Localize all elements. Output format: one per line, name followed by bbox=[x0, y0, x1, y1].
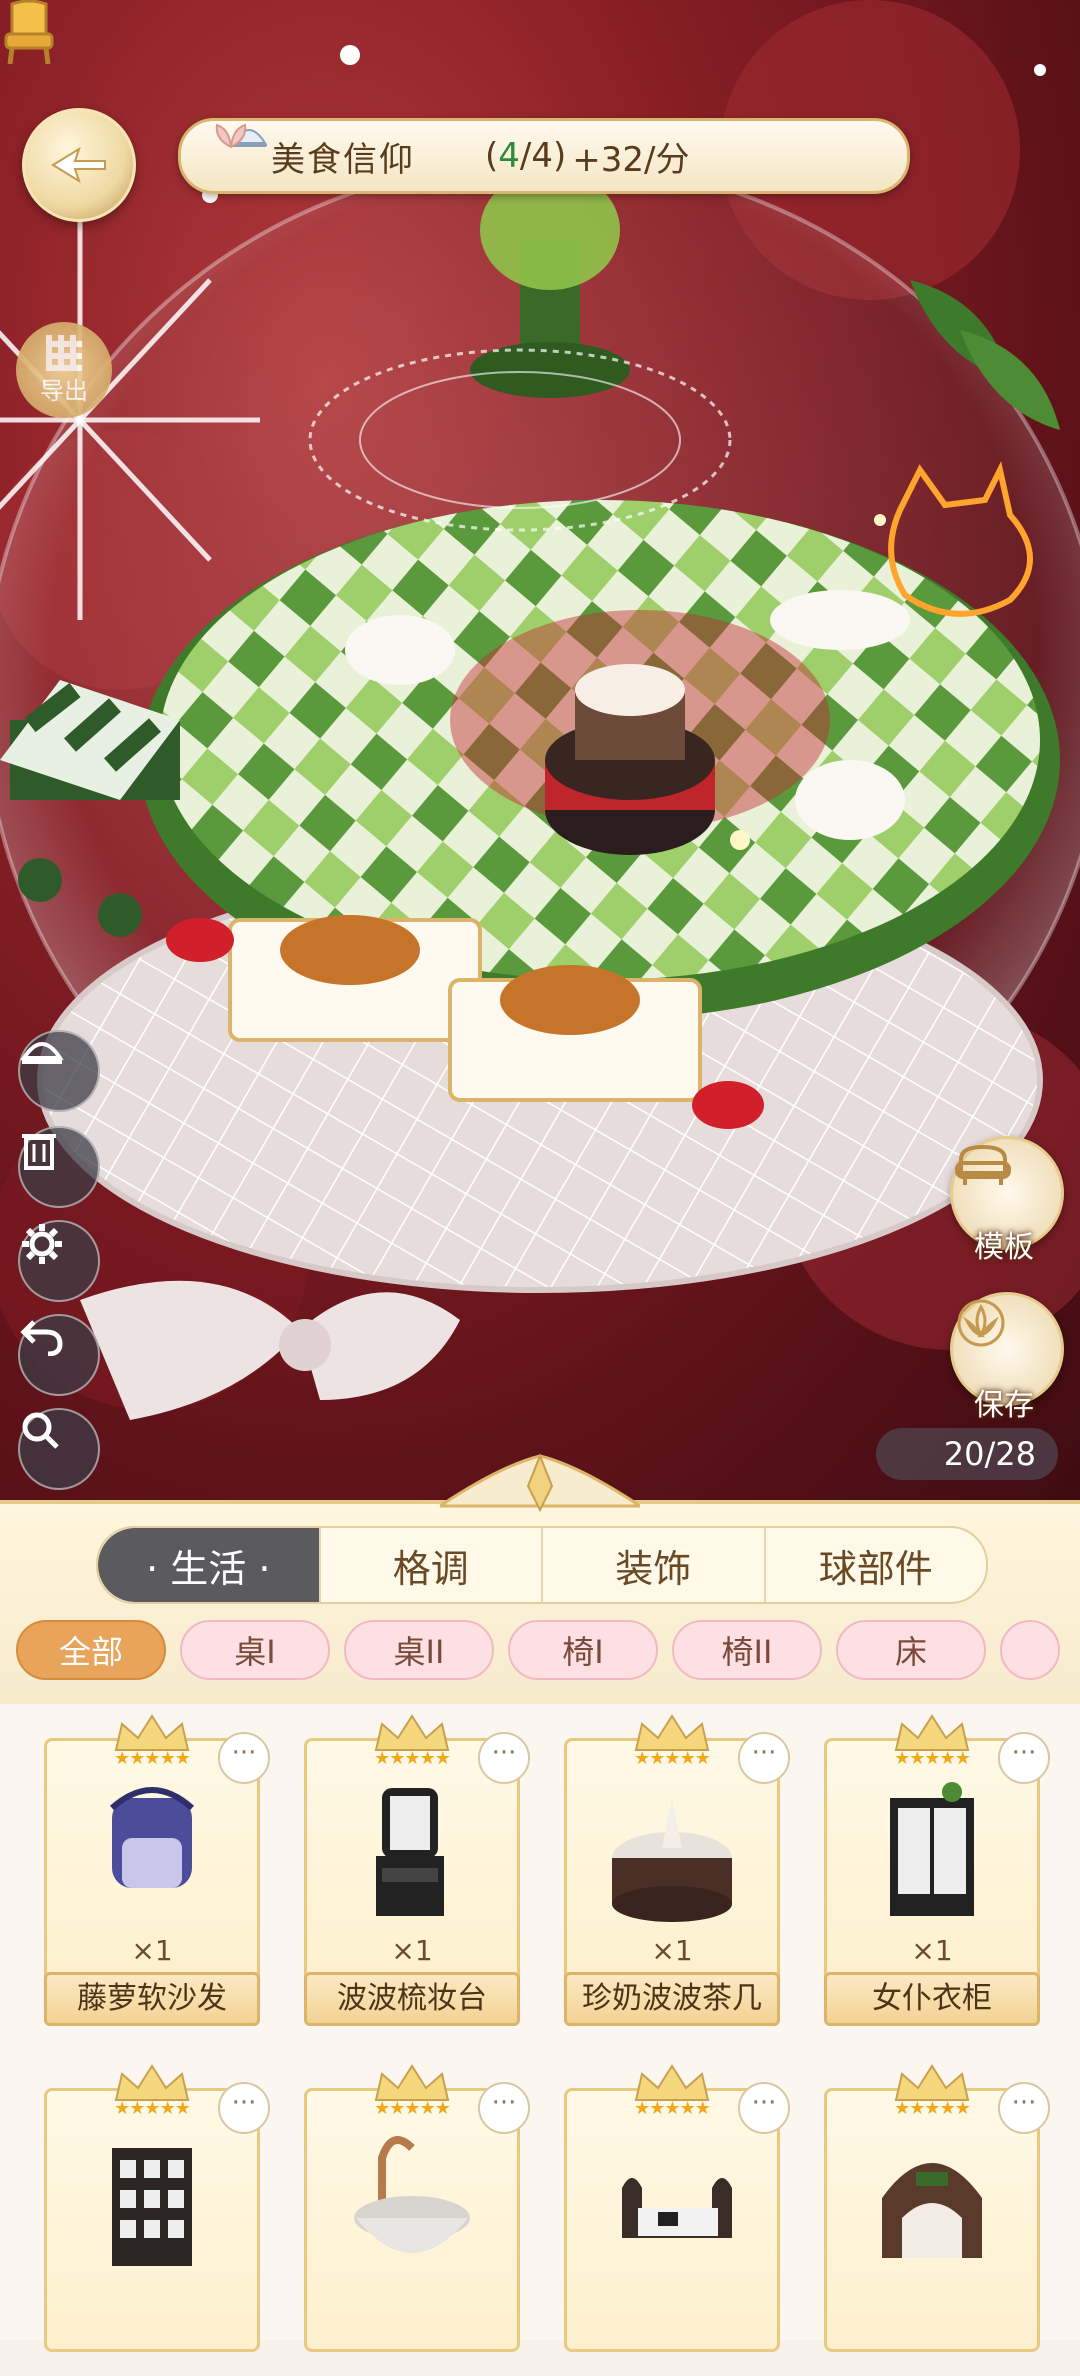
panel-header: · 生活 · 格调 装饰 球部件 全部 桌I 桌II 椅I 椅II 床 bbox=[0, 1453, 1080, 1704]
crown-ornament-icon bbox=[634, 1714, 710, 1751]
template-label: 模板 bbox=[974, 1230, 1034, 1265]
save-label: 保存 bbox=[974, 1388, 1034, 1423]
dish-cover-icon bbox=[20, 1042, 64, 1064]
subtab-3[interactable]: 椅I bbox=[508, 1620, 658, 1680]
subtab-1[interactable]: 桌I bbox=[180, 1620, 330, 1680]
star-rating: ★★★★★ bbox=[894, 1748, 971, 1769]
lotus-save-icon bbox=[957, 1299, 1005, 1347]
item-name: 女仆衣柜 bbox=[824, 1972, 1040, 2026]
more-options-button[interactable]: ··· bbox=[738, 2082, 790, 2134]
collection-progress: (4/4) bbox=[485, 136, 567, 176]
more-options-button[interactable]: ··· bbox=[478, 2082, 530, 2134]
item-thumbnail bbox=[112, 2148, 192, 2266]
back-button[interactable] bbox=[22, 108, 136, 222]
item-thumbnail bbox=[622, 2178, 732, 2238]
item-card[interactable]: ★★★★★ ··· bbox=[824, 2062, 1050, 2376]
item-quantity: ×1 bbox=[131, 1934, 173, 1967]
settings-button[interactable] bbox=[18, 1220, 100, 1302]
subtab-0[interactable]: 全部 bbox=[16, 1620, 166, 1680]
furniture-panel: · 生活 · 格调 装饰 球部件 全部 桌I 桌II 椅I 椅II 床 ★★★★★ ··· ×1 藤萝… bbox=[0, 1453, 1080, 2352]
progress-total: 4 bbox=[531, 136, 554, 176]
zoom-button[interactable] bbox=[18, 1408, 100, 1490]
item-name: 波波梳妆台 bbox=[304, 1972, 520, 2026]
garden-globe-illustration[interactable] bbox=[0, 0, 1080, 1510]
item-thumbnail bbox=[376, 1788, 444, 1916]
item-card[interactable]: ★★★★★ ··· bbox=[304, 2062, 530, 2376]
collection-title: 美食信仰 bbox=[271, 139, 415, 180]
more-options-button[interactable]: ··· bbox=[998, 1732, 1050, 1784]
category-tabs: · 生活 · 格调 装饰 球部件 bbox=[96, 1526, 988, 1604]
trash-icon bbox=[22, 1134, 56, 1170]
star-rating: ★★★★★ bbox=[374, 2098, 451, 2119]
dish-cover-button[interactable] bbox=[18, 1030, 100, 1112]
subtab-5[interactable]: 床 bbox=[836, 1620, 986, 1680]
item-quantity: ×1 bbox=[651, 1934, 693, 1967]
item-quantity: ×1 bbox=[911, 1934, 953, 1967]
item-thumbnail bbox=[612, 1798, 732, 1922]
more-options-button[interactable]: ··· bbox=[218, 2082, 270, 2134]
item-name: 珍奶波波茶几 bbox=[564, 1972, 780, 2026]
more-options-button[interactable]: ··· bbox=[998, 2082, 1050, 2134]
crown-ornament-icon bbox=[374, 2064, 450, 2101]
star-rating: ★★★★★ bbox=[374, 1748, 451, 1769]
item-card[interactable]: ★★★★★ ··· ×1 藤萝软沙发 bbox=[44, 1712, 270, 2026]
capacity-counter: 20/28 bbox=[876, 1428, 1058, 1480]
item-card[interactable]: ★★★★★ ··· ×1 波波梳妆台 bbox=[304, 1712, 530, 2026]
subtab-overflow[interactable] bbox=[1000, 1620, 1060, 1680]
item-thumbnail bbox=[882, 2163, 982, 2258]
crown-ornament-icon bbox=[374, 1714, 450, 1751]
item-thumbnail bbox=[354, 2136, 470, 2253]
crown-ornament-icon bbox=[114, 2064, 190, 2101]
item-card[interactable]: ★★★★★ ··· ×1 女仆衣柜 bbox=[824, 1712, 1050, 2026]
undo-icon bbox=[20, 1320, 63, 1356]
crown-ornament-icon bbox=[894, 1714, 970, 1751]
item-card[interactable]: ★★★★★ ··· ×1 珍奶波波茶几 bbox=[564, 1712, 790, 2026]
item-grid: ★★★★★ ··· ×1 藤萝软沙发 ★★★★★ ··· ×1 波波梳妆台 ★★★★★ ··· ×1… bbox=[0, 1712, 1080, 2352]
star-rating: ★★★★★ bbox=[634, 2098, 711, 2119]
crown-ornament-icon bbox=[894, 2064, 970, 2101]
star-rating: ★★★★★ bbox=[114, 1748, 191, 1769]
sofa-icon bbox=[955, 1144, 1011, 1185]
item-card[interactable]: ★★★★★ ··· bbox=[564, 2062, 790, 2376]
more-options-button[interactable]: ··· bbox=[738, 1732, 790, 1784]
crown-ornament-icon bbox=[114, 1714, 190, 1751]
collection-info-bar: 美食信仰 (4/4) +32/分 bbox=[178, 118, 910, 194]
tab-3[interactable]: 球部件 bbox=[763, 1528, 987, 1602]
income-rate: +32/分 bbox=[572, 139, 690, 180]
item-quantity: ×1 bbox=[391, 1934, 433, 1967]
delete-button[interactable] bbox=[18, 1126, 100, 1208]
tab-2[interactable]: 装饰 bbox=[541, 1528, 764, 1602]
item-card[interactable]: ★★★★★ ··· bbox=[44, 2062, 270, 2376]
search-icon bbox=[22, 1412, 59, 1449]
qr-code-icon bbox=[46, 334, 82, 371]
progress-current: 4 bbox=[498, 136, 520, 176]
subcategory-tabs: 全部 桌I 桌II 椅I 椅II 床 bbox=[16, 1620, 1080, 1684]
leaf-emblem-icon bbox=[215, 123, 247, 149]
room-scene[interactable]: 美食信仰 (4/4) +32/分 导出 模板 保存 20/28 bbox=[0, 0, 1080, 1510]
subtab-4[interactable]: 椅II bbox=[672, 1620, 822, 1680]
export-button[interactable]: 导出 bbox=[16, 322, 112, 418]
panel-crest-ornament bbox=[440, 1453, 640, 1513]
star-rating: ★★★★★ bbox=[114, 2098, 191, 2119]
export-label: 导出 bbox=[40, 376, 88, 405]
tab-0[interactable]: · 生活 · bbox=[98, 1528, 319, 1602]
star-rating: ★★★★★ bbox=[894, 2098, 971, 2119]
subtab-2[interactable]: 桌II bbox=[344, 1620, 494, 1680]
item-name: 藤萝软沙发 bbox=[44, 1972, 260, 2026]
star-rating: ★★★★★ bbox=[634, 1748, 711, 1769]
gear-icon bbox=[22, 1224, 62, 1264]
more-options-button[interactable]: ··· bbox=[218, 1732, 270, 1784]
item-thumbnail bbox=[109, 1787, 195, 1888]
undo-button[interactable] bbox=[18, 1314, 100, 1396]
more-options-button[interactable]: ··· bbox=[478, 1732, 530, 1784]
back-arrow-icon bbox=[51, 146, 106, 184]
throne-icon bbox=[4, 0, 54, 65]
item-thumbnail bbox=[890, 1782, 974, 1916]
tab-1[interactable]: 格调 bbox=[318, 1528, 542, 1602]
crown-ornament-icon bbox=[634, 2064, 710, 2101]
